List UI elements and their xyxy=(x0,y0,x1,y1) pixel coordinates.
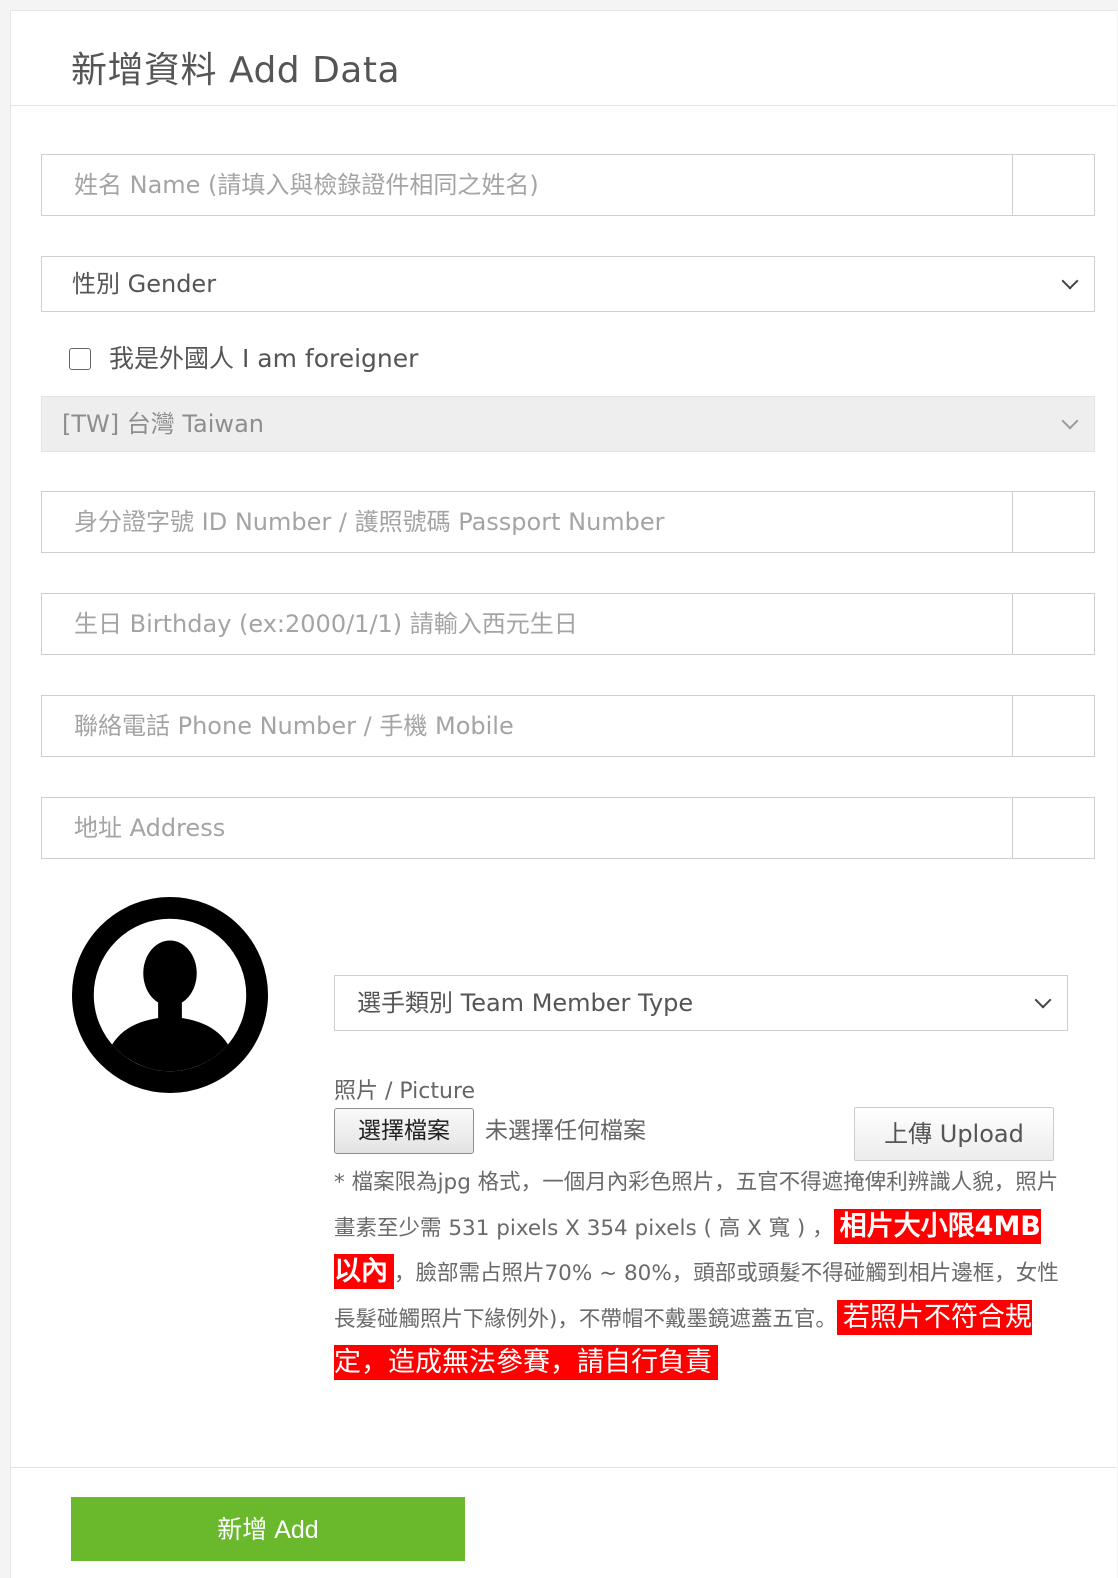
add-data-panel: 新增資料 Add Data 姓名 Name (請填入與檢錄證件相同之姓名) 性別… xyxy=(10,10,1117,1578)
choose-file-button[interactable]: 選擇檔案 xyxy=(334,1108,474,1154)
address-addon xyxy=(1012,798,1094,858)
chevron-down-icon xyxy=(1061,412,1079,430)
address-placeholder: 地址 Address xyxy=(74,814,226,842)
page-title: 新增資料 Add Data xyxy=(71,50,401,91)
upload-button[interactable]: 上傳 Upload xyxy=(854,1107,1054,1161)
avatar-placeholder-icon xyxy=(71,896,269,1094)
member-type-select[interactable]: 選手類別 Team Member Type xyxy=(334,975,1068,1031)
country-select-value: [TW] 台灣 Taiwan xyxy=(62,410,264,438)
member-type-select-value: 選手類別 Team Member Type xyxy=(357,989,694,1017)
chevron-down-icon xyxy=(1034,991,1052,1009)
birthday-addon xyxy=(1012,594,1094,654)
gender-select[interactable]: 性別 Gender xyxy=(41,256,1095,312)
photo-requirements-note: * 檔案限為jpg 格式，一個月內彩色照片，五官不得遮掩俾利辨識人貌，照片畫素至… xyxy=(334,1161,1064,1387)
birthday-placeholder: 生日 Birthday (ex:2000/1/1) 請輸入西元生日 xyxy=(74,610,578,638)
gender-select-value: 性別 Gender xyxy=(72,270,217,298)
name-field[interactable]: 姓名 Name (請填入與檢錄證件相同之姓名) xyxy=(41,154,1095,216)
name-placeholder: 姓名 Name (請填入與檢錄證件相同之姓名) xyxy=(74,171,539,199)
name-addon xyxy=(1012,155,1094,215)
country-select: [TW] 台灣 Taiwan xyxy=(41,396,1095,452)
phone-field[interactable]: 聯絡電話 Phone Number / 手機 Mobile xyxy=(41,695,1095,757)
add-button[interactable]: 新增 Add xyxy=(71,1497,465,1561)
picture-label: 照片 / Picture xyxy=(334,1079,476,1104)
foreigner-label: 我是外國人 I am foreigner xyxy=(109,344,419,373)
phone-placeholder: 聯絡電話 Phone Number / 手機 Mobile xyxy=(74,712,514,740)
chevron-down-icon xyxy=(1061,272,1079,290)
id-number-addon xyxy=(1012,492,1094,552)
address-field[interactable]: 地址 Address xyxy=(41,797,1095,859)
id-number-placeholder: 身分證字號 ID Number / 護照號碼 Passport Number xyxy=(74,508,665,536)
foreigner-checkbox[interactable] xyxy=(69,348,91,370)
footer-divider xyxy=(11,1467,1117,1468)
id-number-field[interactable]: 身分證字號 ID Number / 護照號碼 Passport Number xyxy=(41,491,1095,553)
file-status-text: 未選擇任何檔案 xyxy=(485,1118,646,1144)
phone-addon xyxy=(1012,696,1094,756)
header-divider xyxy=(11,105,1117,106)
birthday-field[interactable]: 生日 Birthday (ex:2000/1/1) 請輸入西元生日 xyxy=(41,593,1095,655)
